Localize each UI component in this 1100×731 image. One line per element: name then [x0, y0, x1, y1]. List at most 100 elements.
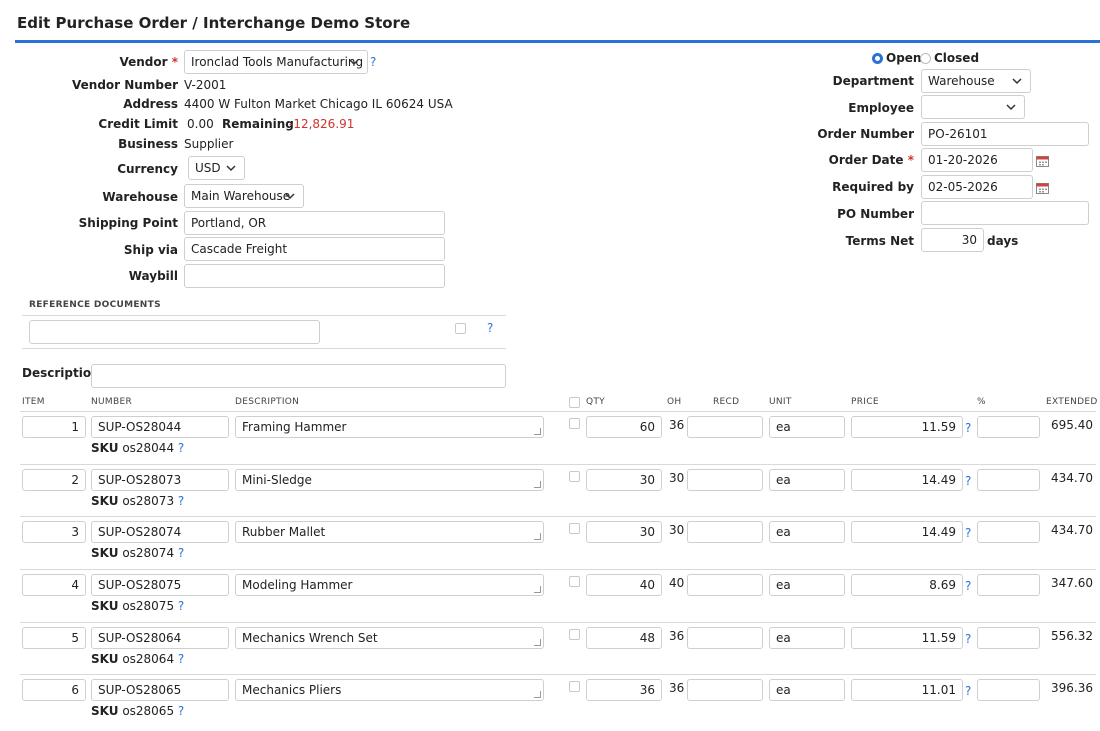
status-closed-radio[interactable] [920, 53, 931, 64]
received-input[interactable] [687, 627, 763, 649]
select-all-checkbox[interactable] [569, 397, 580, 408]
description-textarea[interactable]: Rubber Mallet [235, 521, 544, 543]
description-textarea[interactable]: Framing Hammer [235, 416, 544, 438]
description-textarea[interactable]: Mechanics Pliers [235, 679, 544, 701]
description-input[interactable] [91, 364, 506, 388]
unit-input[interactable]: ea [769, 416, 845, 438]
calendar-icon[interactable] [1036, 182, 1049, 194]
column-header-description: DESCRIPTION [235, 397, 300, 407]
line-checkbox[interactable] [569, 471, 580, 482]
column-header-item: ITEM [22, 397, 45, 407]
description-textarea[interactable]: Modeling Hammer [235, 574, 544, 596]
price-input[interactable]: 11.59 [851, 627, 963, 649]
received-input[interactable] [687, 469, 763, 491]
divider [22, 348, 506, 349]
price-help-link[interactable]: ? [965, 421, 971, 435]
received-input[interactable] [687, 679, 763, 701]
on-hand-value: 36 [669, 681, 685, 695]
order-date-input[interactable]: 01-20-2026 [921, 148, 1033, 172]
line-checkbox[interactable] [569, 681, 580, 692]
shipping-point-input[interactable]: Portland, OR [184, 211, 445, 235]
description-textarea[interactable]: Mini-Sledge [235, 469, 544, 491]
currency-select[interactable]: USD [188, 156, 245, 180]
order-number-input[interactable]: PO-26101 [921, 122, 1089, 146]
price-input[interactable]: 14.49 [851, 521, 963, 543]
item-input[interactable]: 4 [22, 574, 86, 596]
divider [22, 315, 506, 316]
line-checkbox[interactable] [569, 576, 580, 587]
calendar-icon[interactable] [1036, 155, 1049, 167]
number-input[interactable]: SUP-OS28073 [91, 469, 229, 491]
row-divider [20, 622, 1096, 623]
number-input[interactable]: SUP-OS28074 [91, 521, 229, 543]
status-closed-label: Closed [934, 51, 980, 65]
sku-help-link[interactable]: ? [178, 546, 184, 560]
vendor-help-link[interactable]: ? [370, 55, 376, 69]
unit-input[interactable]: ea [769, 679, 845, 701]
table-header-divider [20, 411, 1096, 412]
price-input[interactable]: 8.69 [851, 574, 963, 596]
price-help-link[interactable]: ? [965, 474, 971, 488]
qty-input[interactable]: 30 [586, 521, 662, 543]
department-select[interactable]: Warehouse [921, 69, 1031, 93]
terms-net-input[interactable]: 30 [921, 228, 984, 252]
extended-value: 347.60 [1051, 576, 1093, 590]
received-input[interactable] [687, 574, 763, 596]
number-input[interactable]: SUP-OS28075 [91, 574, 229, 596]
qty-input[interactable]: 60 [586, 416, 662, 438]
required-by-input[interactable]: 02-05-2026 [921, 175, 1033, 199]
qty-input[interactable]: 48 [586, 627, 662, 649]
number-input[interactable]: SUP-OS28065 [91, 679, 229, 701]
employee-select[interactable] [921, 95, 1025, 119]
qty-input[interactable]: 40 [586, 574, 662, 596]
po-number-input[interactable] [921, 201, 1089, 225]
price-input[interactable]: 11.01 [851, 679, 963, 701]
qty-input[interactable]: 36 [586, 679, 662, 701]
item-input[interactable]: 1 [22, 416, 86, 438]
description-textarea[interactable]: Mechanics Wrench Set [235, 627, 544, 649]
sku-line: SKU os28073 ? [91, 494, 185, 508]
line-checkbox[interactable] [569, 418, 580, 429]
number-input[interactable]: SUP-OS28044 [91, 416, 229, 438]
line-checkbox[interactable] [569, 523, 580, 534]
price-help-link[interactable]: ? [965, 579, 971, 593]
unit-input[interactable]: ea [769, 469, 845, 491]
reference-checkbox[interactable] [455, 323, 466, 334]
price-help-link[interactable]: ? [965, 632, 971, 646]
reference-help-link[interactable]: ? [487, 321, 493, 335]
item-input[interactable]: 3 [22, 521, 86, 543]
unit-input[interactable]: ea [769, 521, 845, 543]
status-open-radio[interactable] [872, 53, 883, 64]
sku-help-link[interactable]: ? [178, 494, 184, 508]
sku-help-link[interactable]: ? [178, 652, 184, 666]
qty-input[interactable]: 30 [586, 469, 662, 491]
table-row: 6 SUP-OS28065 Mechanics Pliers 36 36 ea … [0, 679, 1100, 731]
item-input[interactable]: 6 [22, 679, 86, 701]
line-checkbox[interactable] [569, 629, 580, 640]
reference-document-input[interactable] [29, 320, 320, 344]
price-input[interactable]: 14.49 [851, 469, 963, 491]
column-header-price: PRICE [851, 397, 879, 407]
row-divider [20, 516, 1096, 517]
price-help-link[interactable]: ? [965, 684, 971, 698]
sku-help-link[interactable]: ? [178, 704, 184, 718]
sku-help-link[interactable]: ? [178, 441, 184, 455]
price-help-link[interactable]: ? [965, 526, 971, 540]
item-input[interactable]: 5 [22, 627, 86, 649]
price-input[interactable]: 11.59 [851, 416, 963, 438]
on-hand-value: 36 [669, 629, 685, 643]
number-input[interactable]: SUP-OS28064 [91, 627, 229, 649]
extended-value: 695.40 [1051, 418, 1093, 432]
vendor-select[interactable]: Ironclad Tools Manufacturing [184, 50, 368, 74]
item-input[interactable]: 2 [22, 469, 86, 491]
unit-input[interactable]: ea [769, 627, 845, 649]
sku-help-link[interactable]: ? [178, 599, 184, 613]
unit-input[interactable]: ea [769, 574, 845, 596]
column-header-qty: QTY [586, 397, 605, 407]
warehouse-select[interactable]: Main Warehouse [184, 184, 304, 208]
waybill-input[interactable] [184, 264, 445, 288]
received-input[interactable] [687, 416, 763, 438]
ship-via-input[interactable]: Cascade Freight [184, 237, 445, 261]
received-input[interactable] [687, 521, 763, 543]
employee-label: Employee [848, 101, 914, 115]
